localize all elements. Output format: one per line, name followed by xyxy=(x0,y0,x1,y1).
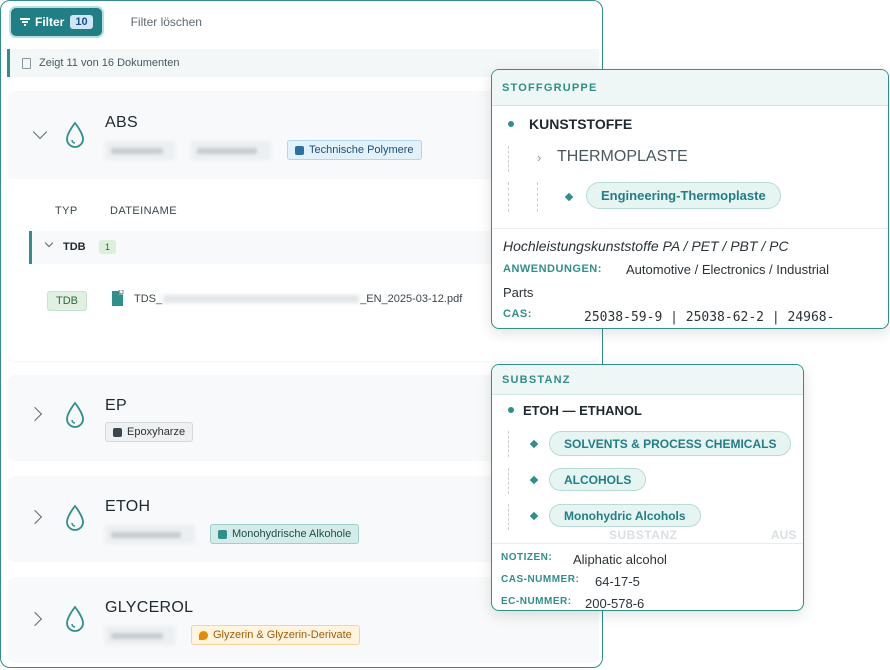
substance-name: ETOH — ETHANOL xyxy=(523,403,642,418)
droplet-icon xyxy=(66,504,84,531)
tree-connector xyxy=(508,504,509,530)
hierarchy-level-3-pill[interactable]: Engineering-Thermoplaste xyxy=(586,182,781,209)
subgroup-label: TDB xyxy=(63,241,86,253)
popover-header: STOFFGRUPPE xyxy=(492,70,888,106)
category-tag[interactable]: Glyzerin & Glyzerin-Derivate xyxy=(191,625,360,645)
filter-button-label: Filter xyxy=(35,15,65,29)
hierarchy-level-2: THERMOPLASTE xyxy=(557,148,688,165)
category-pill[interactable]: Monohydric Alcohols xyxy=(549,504,701,527)
group-title: EP xyxy=(105,397,127,414)
tree-connector xyxy=(508,468,509,494)
tree-node-diamond xyxy=(529,439,539,449)
filter-count-badge: 10 xyxy=(70,15,93,29)
anwendungen-value: Automotive / Electronics / Industrial xyxy=(626,262,830,277)
category-pill[interactable]: SOLVENTS & PROCESS CHEMICALS xyxy=(549,431,792,456)
notizen-label: NOTIZEN: xyxy=(501,552,553,563)
anwendungen-value-continued: Parts xyxy=(503,285,534,300)
document-icon xyxy=(22,57,31,69)
group-title: ETOH xyxy=(105,498,151,515)
bottle-icon xyxy=(218,529,227,539)
tree-node-dot xyxy=(508,121,514,127)
category-tag-label: Technische Polymere xyxy=(309,144,414,156)
chevron-down-icon[interactable] xyxy=(32,124,48,140)
ec-number-value: 200-578-6 xyxy=(585,596,645,611)
screen-root: Filter 10 Filter löschen Zeigt 11 von 16… xyxy=(0,0,890,670)
filter-icon xyxy=(20,18,30,26)
tree-node-diamond xyxy=(564,192,574,202)
tree-node-diamond xyxy=(529,511,539,521)
column-header-filename[interactable]: DATEINAME xyxy=(110,205,177,217)
pdf-icon xyxy=(112,290,124,306)
subgroup-count-badge: 1 xyxy=(99,240,117,254)
redacted-tag xyxy=(105,141,175,160)
tree-connector xyxy=(508,431,509,457)
filename-prefix: TDS_ xyxy=(134,293,163,305)
cas-number-label: CAS-NUMMER: xyxy=(501,574,580,585)
column-header-type[interactable]: TYP xyxy=(55,205,78,217)
tree-connector xyxy=(508,182,509,212)
ec-number-label: EC-NUMMER: xyxy=(501,596,572,607)
category-tag[interactable]: Epoxyharze xyxy=(105,422,194,442)
cube-icon xyxy=(295,145,304,155)
category-tag-label: Glyzerin & Glyzerin-Derivate xyxy=(213,629,352,641)
category-tag-label: Monohydrische Alkohole xyxy=(232,528,352,540)
result-count-text: Zeigt 11 von 16 Dokumenten xyxy=(39,57,180,69)
substanz-popover: SUBSTANZ ETOH — ETHANOL SOLVENTS & PROCE… xyxy=(491,364,804,611)
document-filename-link[interactable]: TDS_ _EN_2025-03-12.pdf xyxy=(134,293,462,305)
tree-node-diamond xyxy=(529,475,539,485)
description-text: Hochleistungskunststoffe PA / PET / PBT … xyxy=(503,238,789,254)
tree-node-dot xyxy=(508,407,514,413)
droplet-icon xyxy=(66,605,84,632)
chevron-right-icon: › xyxy=(537,150,542,165)
category-tag[interactable]: Monohydrische Alkohole xyxy=(210,524,360,544)
cas-label: CAS: xyxy=(503,308,532,320)
redacted-tag xyxy=(105,525,195,544)
stoffgruppe-popover: STOFFGRUPPE KUNSTSTOFFE › THERMOPLASTE E… xyxy=(491,69,889,329)
divider xyxy=(492,228,888,229)
group-title: ABS xyxy=(105,114,138,131)
group-title: GLYCEROL xyxy=(105,599,194,616)
category-pill[interactable]: ALCOHOLS xyxy=(549,468,647,491)
ghost-column-label: SUBSTANZ xyxy=(609,528,678,542)
chevron-down-icon[interactable] xyxy=(44,238,54,248)
tree-connector xyxy=(537,182,538,212)
divider xyxy=(492,543,803,544)
toolbar: Filter 10 Filter löschen xyxy=(11,7,202,37)
redacted-tag xyxy=(105,626,175,645)
notizen-value: Aliphatic alcohol xyxy=(573,552,667,567)
hierarchy-level-1: KUNSTSTOFFE xyxy=(529,116,633,132)
redacted-tag xyxy=(191,141,271,160)
redacted-filename-part xyxy=(163,295,360,303)
droplet-icon xyxy=(66,401,84,428)
ghost-column-label: AUS xyxy=(771,528,797,542)
chevron-right-icon[interactable] xyxy=(27,509,43,525)
droplet-icon xyxy=(66,121,84,148)
anwendungen-label: ANWENDUNGEN: xyxy=(503,263,602,275)
category-tag[interactable]: Technische Polymere xyxy=(287,140,422,160)
document-type-badge: TDB xyxy=(47,291,87,311)
category-tag-label: Epoxyharze xyxy=(127,426,186,438)
clear-filter-link[interactable]: Filter löschen xyxy=(131,15,202,29)
flame-icon xyxy=(199,630,208,640)
chevron-right-icon[interactable] xyxy=(27,611,43,627)
cas-number-value: 64-17-5 xyxy=(595,574,640,589)
filename-suffix: _EN_2025-03-12.pdf xyxy=(360,293,463,305)
chevron-right-icon[interactable] xyxy=(27,406,43,422)
cas-value: 25038-59-9 | 25038-62-2 | 24968- xyxy=(584,310,835,325)
cube-icon xyxy=(113,427,122,437)
filter-button[interactable]: Filter 10 xyxy=(11,8,102,36)
popover-header: SUBSTANZ xyxy=(492,365,803,395)
tree-connector xyxy=(508,146,509,172)
